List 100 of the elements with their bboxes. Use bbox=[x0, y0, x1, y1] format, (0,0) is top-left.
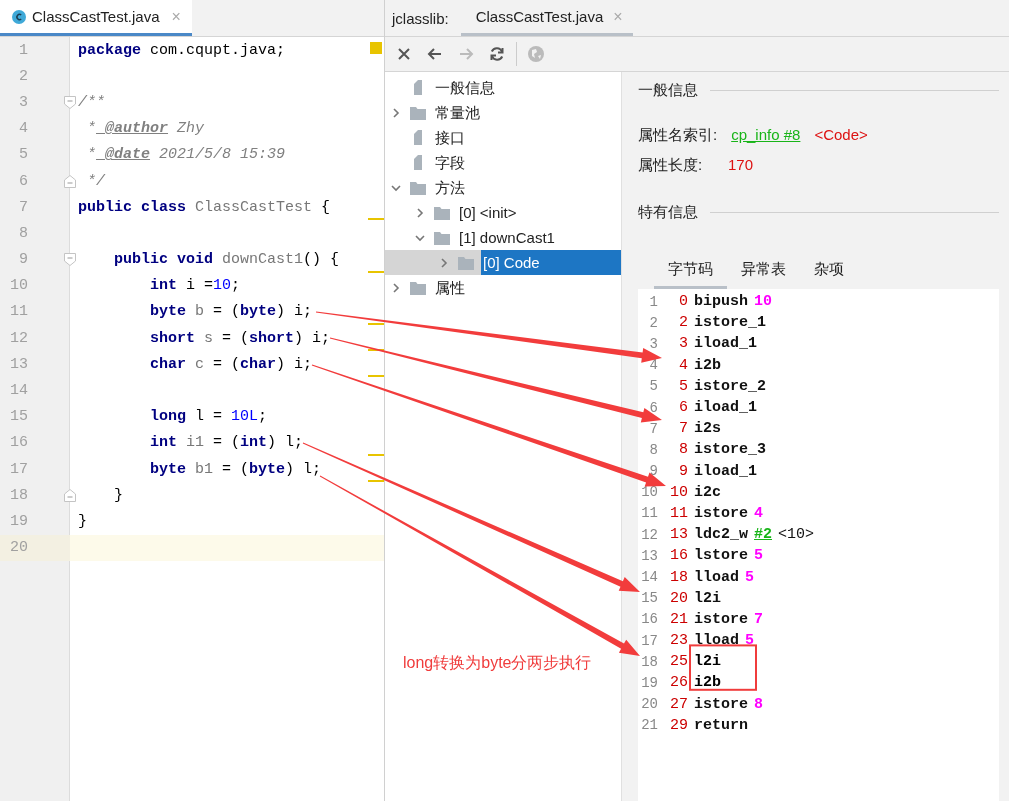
folder-icon bbox=[433, 204, 451, 221]
line-number: 2 bbox=[648, 314, 658, 331]
line-number: 13 bbox=[640, 547, 658, 564]
fold-icon[interactable] bbox=[64, 253, 76, 267]
code-line: * @date 2021/5/8 15:39 bbox=[86, 146, 286, 164]
bytecode-offset: 6 bbox=[678, 399, 688, 417]
file-tab[interactable]: ClassCastTest.java × bbox=[460, 0, 633, 36]
instruction: istore_1 bbox=[694, 314, 766, 332]
warning-marker[interactable] bbox=[368, 454, 384, 456]
instruction: l2i bbox=[694, 653, 721, 671]
tree-item[interactable]: 接口 bbox=[433, 125, 469, 150]
warning-marker[interactable] bbox=[368, 480, 384, 483]
instruction: lload bbox=[694, 568, 739, 586]
field-label: 属性名索引: bbox=[638, 126, 718, 145]
code-line: public void downCast1() { bbox=[113, 251, 340, 269]
folder-icon bbox=[409, 279, 427, 296]
file-icon bbox=[414, 80, 422, 95]
bytecode-offset: 16 bbox=[669, 547, 688, 565]
tree-item[interactable]: [1] downCast1 bbox=[457, 225, 559, 250]
bytecode-offset: 5 bbox=[678, 377, 688, 395]
line-number: 16 bbox=[640, 611, 658, 628]
warning-marker[interactable] bbox=[368, 323, 384, 326]
line-number: 1 bbox=[648, 293, 658, 310]
bytecode-offset: 21 bbox=[669, 610, 688, 628]
line-number: 11 bbox=[9, 303, 28, 321]
bytecode-offset: 18 bbox=[669, 568, 688, 586]
tool-window-title: jclasslib: bbox=[390, 8, 450, 29]
bytecode-offset: 23 bbox=[669, 632, 688, 650]
line-number: 13 bbox=[9, 355, 28, 373]
line-number: 1 bbox=[18, 41, 28, 59]
chevron-right-icon[interactable] bbox=[390, 106, 402, 119]
instruction: bipush bbox=[694, 293, 748, 311]
instruction: istore_3 bbox=[694, 441, 766, 459]
line-number: 17 bbox=[9, 460, 28, 478]
line-number: 6 bbox=[18, 172, 28, 190]
line-number: 15 bbox=[9, 408, 28, 426]
line-number: 3 bbox=[18, 93, 28, 111]
warning-marker[interactable] bbox=[368, 270, 384, 273]
line-number: 3 bbox=[648, 335, 658, 352]
section-title: 特有信息 bbox=[638, 203, 698, 222]
fold-icon[interactable] bbox=[64, 174, 76, 188]
line-number: 9 bbox=[18, 251, 28, 269]
line-number: 7 bbox=[648, 420, 658, 437]
code-line: public class ClassCastTest { bbox=[78, 198, 331, 216]
line-number: 20 bbox=[640, 696, 658, 713]
chevron-right-icon[interactable] bbox=[390, 281, 402, 294]
line-number: 10 bbox=[9, 277, 28, 295]
code-line: int i =10; bbox=[149, 277, 241, 295]
instruction: i2b bbox=[694, 356, 721, 374]
tree-item[interactable]: 字段 bbox=[433, 150, 469, 175]
warning-marker[interactable] bbox=[368, 375, 384, 378]
code-line: /** bbox=[78, 93, 105, 111]
tree-item[interactable]: 常量池 bbox=[433, 100, 484, 125]
fold-icon[interactable] bbox=[64, 488, 76, 502]
line-number: 5 bbox=[648, 378, 658, 395]
instruction-operand: 5 bbox=[745, 632, 755, 650]
line-number: 9 bbox=[648, 463, 658, 480]
tab[interactable]: 异常表 bbox=[727, 260, 800, 289]
line-number: 19 bbox=[9, 512, 28, 530]
code-line: package com.cqupt.java; bbox=[78, 41, 286, 59]
line-number: 14 bbox=[640, 569, 658, 586]
field-value: <Code> bbox=[814, 126, 868, 143]
code-line: } bbox=[78, 512, 87, 530]
line-number: 4 bbox=[18, 120, 28, 138]
editor-tab[interactable]: ClassCastTest.java × bbox=[0, 0, 192, 36]
code-line: * @author Zhy bbox=[86, 120, 205, 138]
code-line: int i1 = (int) l; bbox=[149, 434, 304, 452]
line-number: 4 bbox=[648, 357, 658, 374]
line-number: 6 bbox=[648, 399, 658, 416]
line-number: 20 bbox=[9, 539, 28, 557]
instruction: istore_2 bbox=[694, 377, 766, 395]
instruction: lstore bbox=[694, 547, 748, 565]
instruction-operand: 7 bbox=[754, 610, 764, 628]
line-number: 14 bbox=[9, 382, 28, 400]
instruction: istore bbox=[694, 610, 748, 628]
tree-item[interactable]: 一般信息 bbox=[433, 75, 499, 100]
chevron-right-icon[interactable] bbox=[414, 206, 426, 219]
tree-item[interactable]: [0] <init> bbox=[457, 200, 521, 225]
line-number: 11 bbox=[640, 505, 658, 522]
warning-marker[interactable] bbox=[368, 218, 384, 221]
folder-icon bbox=[433, 229, 451, 246]
refresh-icon[interactable] bbox=[488, 45, 506, 63]
tree-item[interactable]: 属性 bbox=[433, 275, 469, 300]
line-number: 16 bbox=[9, 434, 28, 452]
line-number: 2 bbox=[18, 67, 28, 85]
instruction: lload bbox=[694, 632, 739, 650]
tree-item[interactable]: [0] Code bbox=[481, 250, 621, 275]
fold-icon[interactable] bbox=[64, 95, 76, 109]
chevron-right-icon[interactable] bbox=[438, 256, 450, 269]
code-line: long l = 10L; bbox=[149, 408, 268, 426]
code-line: */ bbox=[86, 172, 105, 190]
tab[interactable]: 杂项 bbox=[800, 260, 858, 289]
line-number: 17 bbox=[640, 632, 658, 649]
bytecode-offset: 9 bbox=[678, 462, 688, 480]
folder-icon bbox=[409, 179, 427, 196]
bytecode-offset: 25 bbox=[669, 653, 688, 671]
tree-item[interactable]: 方法 bbox=[433, 175, 469, 200]
bytecode-offset: 8 bbox=[678, 441, 688, 459]
inspection-status-icon[interactable] bbox=[370, 42, 382, 55]
instruction: return bbox=[694, 716, 748, 734]
